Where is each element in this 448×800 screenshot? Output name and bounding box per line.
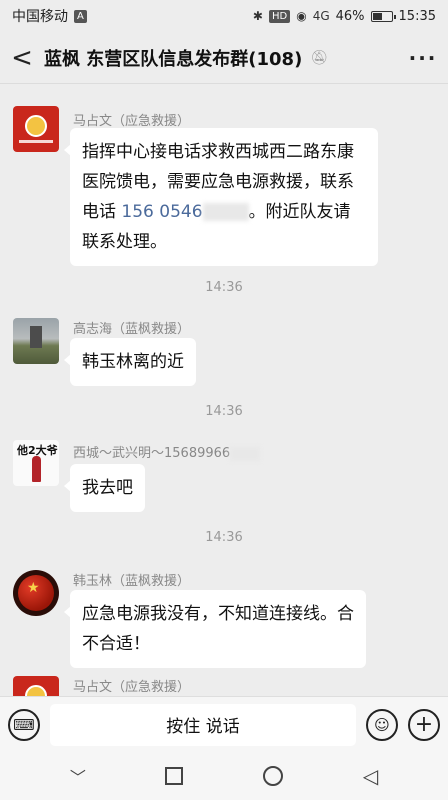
message-text: 应急电源我没有，不知道连接线。合不合适！	[82, 604, 354, 654]
chat-header: < 蓝枫 东营区队信息发布群(108) 🔕︎ ···	[0, 32, 448, 84]
sender-name: 韩玉林（蓝枫救援）	[73, 574, 191, 589]
hold-to-talk-button[interactable]: 按住 说话	[50, 703, 356, 746]
system-nav-bar: ﹀ ◁	[0, 752, 448, 800]
sender-name: 高志海（蓝枫救援）	[73, 322, 191, 337]
emoji-icon[interactable]: ☺	[366, 708, 398, 741]
carrier-label: 中国移动	[12, 9, 68, 25]
battery-percent: 46%	[335, 8, 365, 24]
chevron-down-icon[interactable]: ﹀	[70, 764, 86, 788]
message-bubble[interactable]: 我去吧	[64, 464, 145, 512]
phone-link[interactable]: 156 0546	[116, 202, 202, 222]
sender-name: 西城～武兴明～15689966	[73, 442, 261, 461]
more-options-button[interactable]: ···	[398, 46, 448, 70]
timestamp: 14:36	[205, 280, 243, 295]
hd-icon: HD	[268, 9, 291, 23]
message-text: 韩玉林离的近	[82, 352, 184, 372]
bluetooth-icon: ✱	[252, 9, 263, 23]
message-bubble[interactable]: 指挥中心接电话求救西城西二路东康医院馈电，需要应急电源救援，联系电话 156 0…	[64, 128, 378, 266]
timestamp: 14:36	[205, 530, 243, 545]
sender-name: 马占文（应急救援）	[73, 680, 191, 695]
chat-title: 蓝枫 东营区队信息发布群(108)	[44, 48, 303, 70]
eye-icon: ◉	[296, 9, 307, 23]
redacted-area	[202, 203, 249, 221]
message-bubble[interactable]: 应急电源我没有，不知道连接线。合不合适！	[64, 590, 366, 668]
back-arrow-icon: <	[11, 42, 33, 73]
avatar[interactable]: 他2大爷	[13, 440, 59, 486]
battery-icon	[370, 10, 396, 22]
plus-icon[interactable]: +	[408, 708, 440, 741]
input-bar: ⌨ 按住 说话 ☺ +	[0, 696, 448, 752]
sender-name: 马占文（应急救援）	[73, 114, 191, 129]
signal-icon: 4G	[312, 9, 330, 23]
avatar[interactable]	[13, 106, 59, 152]
clock: 15:35	[398, 8, 436, 24]
back-button[interactable]: <	[0, 32, 44, 84]
home-button[interactable]	[263, 766, 284, 786]
avatar[interactable]	[13, 318, 59, 364]
notification-badge: A	[74, 9, 87, 23]
message-bubble[interactable]: 韩玉林离的近	[64, 338, 196, 386]
message-list[interactable]: 马占文（应急救援） 指挥中心接电话求救西城西二路东康医院馈电，需要应急电源救援，…	[0, 84, 448, 696]
keyboard-icon[interactable]: ⌨	[8, 708, 40, 741]
status-bar: 中国移动 A ✱ HD ◉ 4G 46% 15:35	[0, 0, 448, 32]
avatar[interactable]: ★	[13, 570, 59, 616]
recent-apps-button[interactable]	[165, 767, 184, 785]
avatar[interactable]	[13, 676, 59, 696]
back-nav-button[interactable]: ◁	[363, 764, 378, 788]
bell-off-icon: 🔕︎	[310, 49, 329, 66]
timestamp: 14:36	[205, 404, 243, 419]
message-text: 我去吧	[82, 478, 133, 498]
